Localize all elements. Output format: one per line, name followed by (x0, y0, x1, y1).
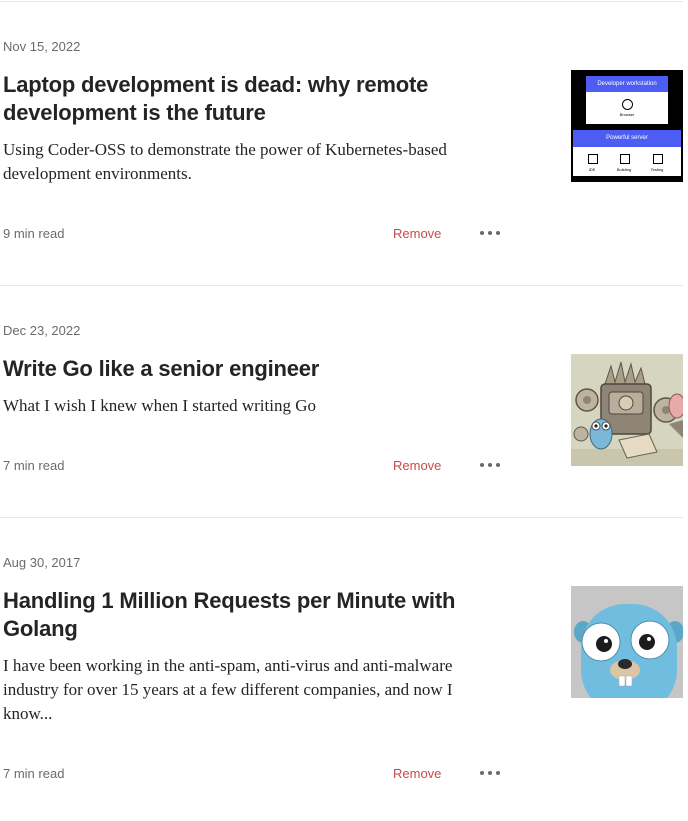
thumbnail-server-label: Powerful server (573, 130, 681, 147)
remove-button[interactable]: Remove (393, 458, 441, 473)
more-options-icon[interactable] (480, 460, 500, 470)
article-thumbnail[interactable] (571, 354, 683, 466)
article-date: Nov 15, 2022 (3, 39, 81, 54)
divider (0, 285, 683, 286)
gopher-face-illustration (571, 586, 683, 698)
thumbnail-item-label: Building (616, 167, 632, 172)
gopher-machine-illustration (571, 354, 683, 466)
thumbnail-item-label: Testing (650, 167, 664, 172)
divider (0, 1, 683, 2)
article-title[interactable]: Write Go like a senior engineer (3, 355, 503, 383)
remove-button[interactable]: Remove (393, 226, 441, 241)
read-time: 7 min read (3, 766, 65, 781)
testing-icon (653, 154, 663, 164)
ide-icon (588, 154, 598, 164)
globe-icon (622, 99, 633, 110)
article-date: Aug 30, 2017 (3, 555, 81, 570)
thumbnail-workstation-label: Developer workstation (586, 76, 668, 92)
more-options-icon[interactable] (480, 228, 500, 238)
article-subtitle[interactable]: I have been working in the anti-spam, an… (3, 654, 493, 726)
article-subtitle[interactable]: What I wish I knew when I started writin… (3, 394, 493, 418)
article-title[interactable]: Laptop development is dead: why remote d… (3, 71, 503, 127)
thumbnail-item-label: IDE (588, 167, 596, 172)
article-date: Dec 23, 2022 (3, 323, 81, 338)
article-subtitle[interactable]: Using Coder-OSS to demonstrate the power… (3, 138, 493, 186)
divider (0, 517, 683, 518)
article-thumbnail[interactable] (571, 586, 683, 698)
article-title[interactable]: Handling 1 Million Requests per Minute w… (3, 587, 503, 643)
read-time: 9 min read (3, 226, 65, 241)
read-time: 7 min read (3, 458, 65, 473)
remove-button[interactable]: Remove (393, 766, 441, 781)
building-icon (620, 154, 630, 164)
article-thumbnail[interactable]: Developer workstation Browser Powerful s… (571, 70, 683, 182)
thumbnail-browser-label: Browser (619, 112, 635, 117)
more-options-icon[interactable] (480, 768, 500, 778)
